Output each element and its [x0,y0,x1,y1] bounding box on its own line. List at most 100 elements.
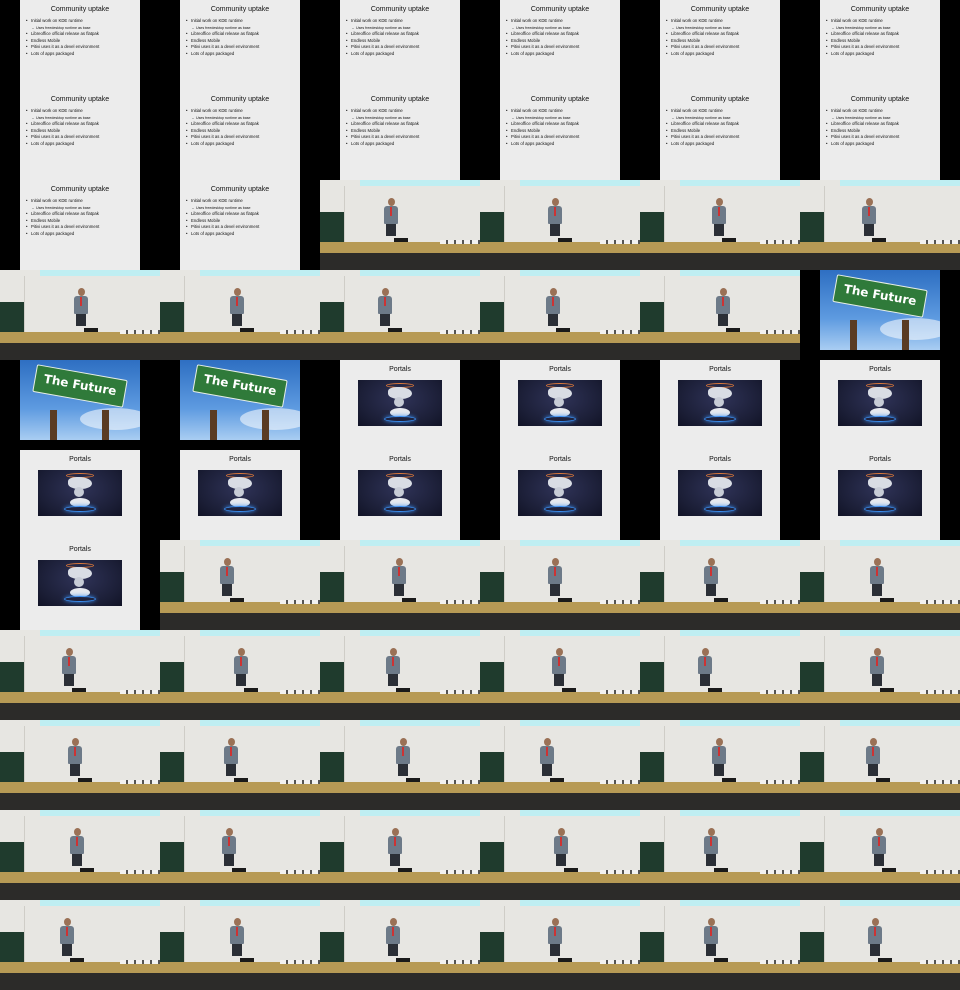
speaker-head [550,288,557,296]
video-frame-thumbnail: Community uptake • Initial work on KDE ru… [480,0,640,90]
screen-edge [664,636,665,692]
video-frame-thumbnail: Portals [800,450,960,540]
floor [320,883,480,900]
bullet-item: • Endless Mobile [346,128,458,135]
speaker-legs [872,584,882,596]
projection-bar [200,540,320,546]
bullet-text: Lots of apps packaged [31,141,75,147]
screen-edge [344,906,345,962]
projection-bar [520,900,640,906]
green-board [800,842,824,872]
video-frame-thumbnail [320,900,480,990]
screen-edge [664,816,665,872]
bullet-item: • Initial work on KDE runtime [506,108,618,115]
projection-bar [840,720,960,726]
slide-portals: Portals [20,450,140,540]
video-frame-thumbnail [480,270,640,360]
lanyard [394,837,396,846]
speaker-legs [874,854,884,866]
projection-bar [360,900,480,906]
speaker-figure [384,198,398,244]
green-board [0,662,24,692]
green-board [480,212,504,242]
bullet-text: Initial work on KDE runtime [831,18,883,23]
video-frame-thumbnail: Community uptake • Initial work on KDE ru… [160,0,320,90]
speaker-stage-frame [640,180,800,270]
monitor-row [280,960,320,964]
bullet-item: • Libreoffice official release as flatpak [826,121,938,128]
speaker-head [226,828,233,836]
sign-post [50,410,57,440]
projection-bar [680,720,800,726]
video-frame-thumbnail [0,720,160,810]
bullet-text: Initial work on KDE runtime [351,108,403,113]
bullet-text: Pitivi uses it as a devel environment [191,134,260,140]
lanyard [718,207,720,216]
blue-portal-ring [64,596,96,602]
lanyard [704,657,706,666]
speaker-legs [226,764,236,776]
speaker-figure [62,648,76,694]
bullet-item: • Endless Mobile [26,38,138,45]
green-board [320,662,344,692]
bullet-item: • Libreoffice official release as flatpak [26,31,138,38]
bullet-text: Uses freedesktop runtime as base [516,115,571,120]
speaker-legs [870,944,880,956]
bullet-text: Lots of apps packaged [831,141,875,147]
video-frame-thumbnail: Community uptake • Initial work on KDE ru… [160,90,320,180]
sign-post [902,320,909,350]
speaker-stage-frame [160,810,320,900]
bullet-item: • Lots of apps packaged [26,231,138,238]
bullet-item: • Lots of apps packaged [506,51,618,58]
video-frame-thumbnail: Community uptake • Initial work on KDE ru… [640,0,800,90]
speaker-stage-frame [800,630,960,720]
bullet-text: Initial work on KDE runtime [31,198,83,203]
video-frame-thumbnail: The Future [800,270,960,360]
cloud-shape [554,397,564,407]
speaker-head [716,738,723,746]
speaker-figure [392,558,406,604]
speaker-head [72,738,79,746]
bullet-text: Lots of apps packaged [31,51,75,57]
screen-edge [24,726,25,782]
video-frame-thumbnail [640,720,800,810]
speaker-figure [868,918,882,964]
projection-bar [520,810,640,816]
slide-title: Community uptake [530,6,590,13]
lanyard [558,657,560,666]
speaker-figure [540,738,554,784]
slide-title: Community uptake [210,96,270,103]
lanyard [868,207,870,216]
green-board [480,842,504,872]
lanyard [718,747,720,756]
slide-community-uptake: Community uptake • Initial work on KDE ru… [500,0,620,90]
green-board [640,842,664,872]
slide-community-uptake: Community uptake • Initial work on KDE ru… [660,0,780,90]
bullet-text: Libreoffice official release as flatpak [511,30,579,36]
monitor-row [760,960,800,964]
screen-edge [824,726,825,782]
speaker-figure [548,558,562,604]
green-board [640,572,664,602]
monitor-row [280,330,320,334]
speaker-stage-frame [640,270,800,360]
speaker-stage-frame [800,180,960,270]
projection-bar [840,900,960,906]
projection-bar [680,180,800,186]
slide-title: Community uptake [210,186,270,193]
video-frame-thumbnail: Portals [640,450,800,540]
bullet-item: • Initial work on KDE runtime [186,198,298,205]
floor [640,613,800,630]
speaker-head [224,558,231,566]
video-frame-thumbnail: Portals [320,450,480,540]
lanyard [236,297,238,306]
bullet-item: • Libreoffice official release as flatpak [186,121,298,128]
lanyard [392,927,394,936]
floor [480,613,640,630]
lanyard [398,567,400,576]
bullet-text: Initial work on KDE runtime [831,108,883,113]
video-frame-thumbnail: Community uptake • Initial work on KDE ru… [800,0,960,90]
bullet-item: • Lots of apps packaged [346,141,458,148]
speaker-figure [230,288,244,334]
blue-portal-ring [544,416,576,422]
